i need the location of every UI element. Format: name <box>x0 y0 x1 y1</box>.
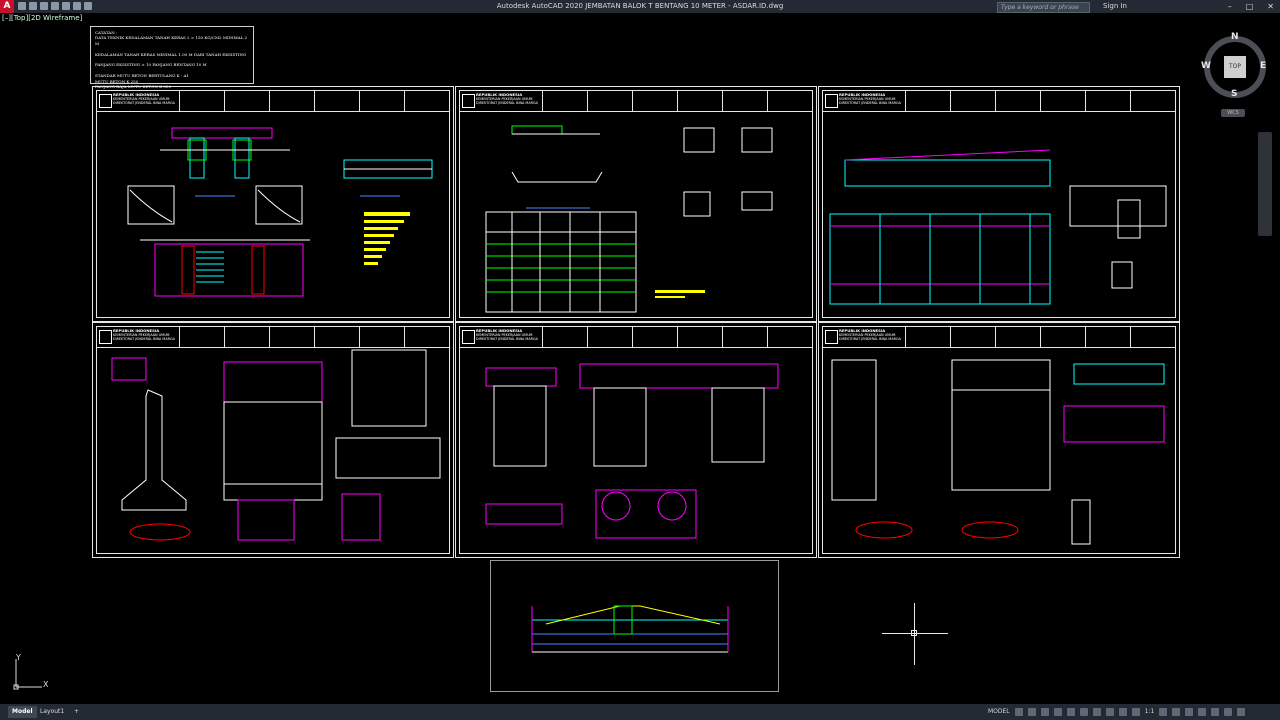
org-line: DIREKTORAT JENDERAL BINA MARGA <box>839 337 901 342</box>
otrack-icon[interactable] <box>1079 708 1088 716</box>
sheet-title-block: REPUBLIK INDONESIA KEMENTERIAN PEKERJAAN … <box>460 91 812 112</box>
compass-east[interactable]: E <box>1260 61 1266 71</box>
tab-layout1[interactable]: Layout1 <box>36 706 68 718</box>
snap-icon[interactable] <box>1027 708 1036 716</box>
drawing-sheet[interactable]: REPUBLIK INDONESIA KEMENTERIAN PEKERJAAN … <box>455 322 817 558</box>
note-line: KEDALAMAN TANAH KERAS MINIMAL 1.00 M DAR… <box>95 51 247 57</box>
org-line: DIREKTORAT JENDERAL BINA MARGA <box>476 337 538 342</box>
ortho-icon[interactable] <box>1040 708 1049 716</box>
ministry-logo-icon <box>825 94 838 108</box>
sign-in-button[interactable]: Sign In <box>1103 0 1127 13</box>
sheet-org-text: REPUBLIK INDONESIA KEMENTERIAN PEKERJAAN … <box>839 92 901 106</box>
sheet-border: REPUBLIK INDONESIA KEMENTERIAN PEKERJAAN … <box>822 326 1176 554</box>
annotation-scale[interactable]: 1:1 <box>1145 704 1155 720</box>
ministry-logo-icon <box>99 94 112 108</box>
drawing-sheet-bottom[interactable] <box>490 560 779 692</box>
org-line: DIREKTORAT JENDERAL BINA MARGA <box>113 101 175 106</box>
osnap-icon[interactable] <box>1066 708 1075 716</box>
model-space-toggle[interactable]: MODEL <box>988 704 1010 720</box>
ministry-logo-icon <box>462 330 475 344</box>
sheet-title-block: REPUBLIK INDONESIA KEMENTERIAN PEKERJAAN … <box>97 91 449 112</box>
clean-screen-icon[interactable] <box>1224 708 1233 716</box>
ucs-x-label: X <box>43 680 49 689</box>
grid-icon[interactable] <box>1014 708 1023 716</box>
annotation-monitor-icon[interactable] <box>1172 708 1181 716</box>
notes-block: CATATAN : DATA TEKNIK KEDALAMAN TANAH KE… <box>90 26 254 89</box>
status-bar: Model Layout1 + MODEL 1:1 <box>0 704 1280 720</box>
units-icon[interactable] <box>1185 708 1194 716</box>
sheet-border: REPUBLIK INDONESIA KEMENTERIAN PEKERJAAN … <box>96 326 450 554</box>
org-line: DIREKTORAT JENDERAL BINA MARGA <box>839 101 901 106</box>
sheet-title-block: REPUBLIK INDONESIA KEMENTERIAN PEKERJAAN … <box>97 327 449 348</box>
sheet-border: REPUBLIK INDONESIA KEMENTERIAN PEKERJAAN … <box>459 90 813 318</box>
sheet-title-block: REPUBLIK INDONESIA KEMENTERIAN PEKERJAAN … <box>823 91 1175 112</box>
sheet-org-text: REPUBLIK INDONESIA KEMENTERIAN PEKERJAAN … <box>476 328 538 342</box>
org-line: DIREKTORAT JENDERAL BINA MARGA <box>476 101 538 106</box>
maximize-button[interactable]: □ <box>1246 0 1254 13</box>
drawing-sheet[interactable]: REPUBLIK INDONESIA KEMENTERIAN PEKERJAAN … <box>818 86 1180 322</box>
compass-south[interactable]: S <box>1231 89 1237 99</box>
note-line: DATA TEKNIK KEDALAMAN TANAH KERAS 2 > 15… <box>95 35 248 46</box>
ucs-icon[interactable]: Y X <box>12 653 52 691</box>
ministry-logo-icon <box>462 94 475 108</box>
sheet-org-text: REPUBLIK INDONESIA KEMENTERIAN PEKERJAAN … <box>113 92 175 106</box>
crosshair-cursor <box>882 603 948 665</box>
sheet-border: REPUBLIK INDONESIA KEMENTERIAN PEKERJAAN … <box>96 90 450 318</box>
workspace-gear-icon[interactable] <box>1159 708 1168 716</box>
sheet-title-block: REPUBLIK INDONESIA KEMENTERIAN PEKERJAAN … <box>823 327 1175 348</box>
compass-north[interactable]: N <box>1231 32 1239 42</box>
ministry-logo-icon <box>99 330 112 344</box>
title-bar: A Autodesk AutoCAD 2020 JEMBATAN BALOK T… <box>0 0 1280 13</box>
selection-cycling-icon[interactable] <box>1118 708 1127 716</box>
ucs-y-label: Y <box>16 653 21 662</box>
viewport-controls[interactable]: [–][Top][2D Wireframe] <box>2 14 82 22</box>
transparency-icon[interactable] <box>1105 708 1114 716</box>
drawing-sheet[interactable]: REPUBLIK INDONESIA KEMENTERIAN PEKERJAAN … <box>92 322 454 558</box>
compass-west[interactable]: W <box>1201 61 1211 71</box>
annotation-icon[interactable] <box>1131 708 1140 716</box>
hardware-acceleration-icon[interactable] <box>1211 708 1220 716</box>
close-button[interactable]: ✕ <box>1267 0 1274 13</box>
drawing-sheet[interactable]: REPUBLIK INDONESIA KEMENTERIAN PEKERJAAN … <box>455 86 817 322</box>
sheet-org-text: REPUBLIK INDONESIA KEMENTERIAN PEKERJAAN … <box>113 328 175 342</box>
viewcube-top-face[interactable]: TOP <box>1224 56 1246 78</box>
sheet-org-text: REPUBLIK INDONESIA KEMENTERIAN PEKERJAAN … <box>839 328 901 342</box>
sheet-title-block: REPUBLIK INDONESIA KEMENTERIAN PEKERJAAN … <box>460 327 812 348</box>
sheet-org-text: REPUBLIK INDONESIA KEMENTERIAN PEKERJAAN … <box>476 92 538 106</box>
drawing-sheet[interactable]: REPUBLIK INDONESIA KEMENTERIAN PEKERJAAN … <box>92 86 454 322</box>
sheet-border: REPUBLIK INDONESIA KEMENTERIAN PEKERJAAN … <box>459 326 813 554</box>
ministry-logo-icon <box>825 330 838 344</box>
isolate-icon[interactable] <box>1198 708 1207 716</box>
drawing-sheet[interactable]: REPUBLIK INDONESIA KEMENTERIAN PEKERJAAN … <box>818 322 1180 558</box>
org-line: DIREKTORAT JENDERAL BINA MARGA <box>113 337 175 342</box>
sheet-border: REPUBLIK INDONESIA KEMENTERIAN PEKERJAAN … <box>822 90 1176 318</box>
wcs-menu[interactable]: WCS <box>1221 109 1245 117</box>
polar-icon[interactable] <box>1053 708 1062 716</box>
tab-model[interactable]: Model <box>8 706 37 718</box>
lineweight-icon[interactable] <box>1092 708 1101 716</box>
search-input[interactable]: Type a keyword or phrase <box>997 2 1090 13</box>
customization-menu-icon[interactable] <box>1237 708 1246 716</box>
minimize-button[interactable]: – <box>1228 0 1232 13</box>
add-layout-button[interactable]: + <box>70 706 83 718</box>
navigation-bar[interactable] <box>1258 132 1272 236</box>
